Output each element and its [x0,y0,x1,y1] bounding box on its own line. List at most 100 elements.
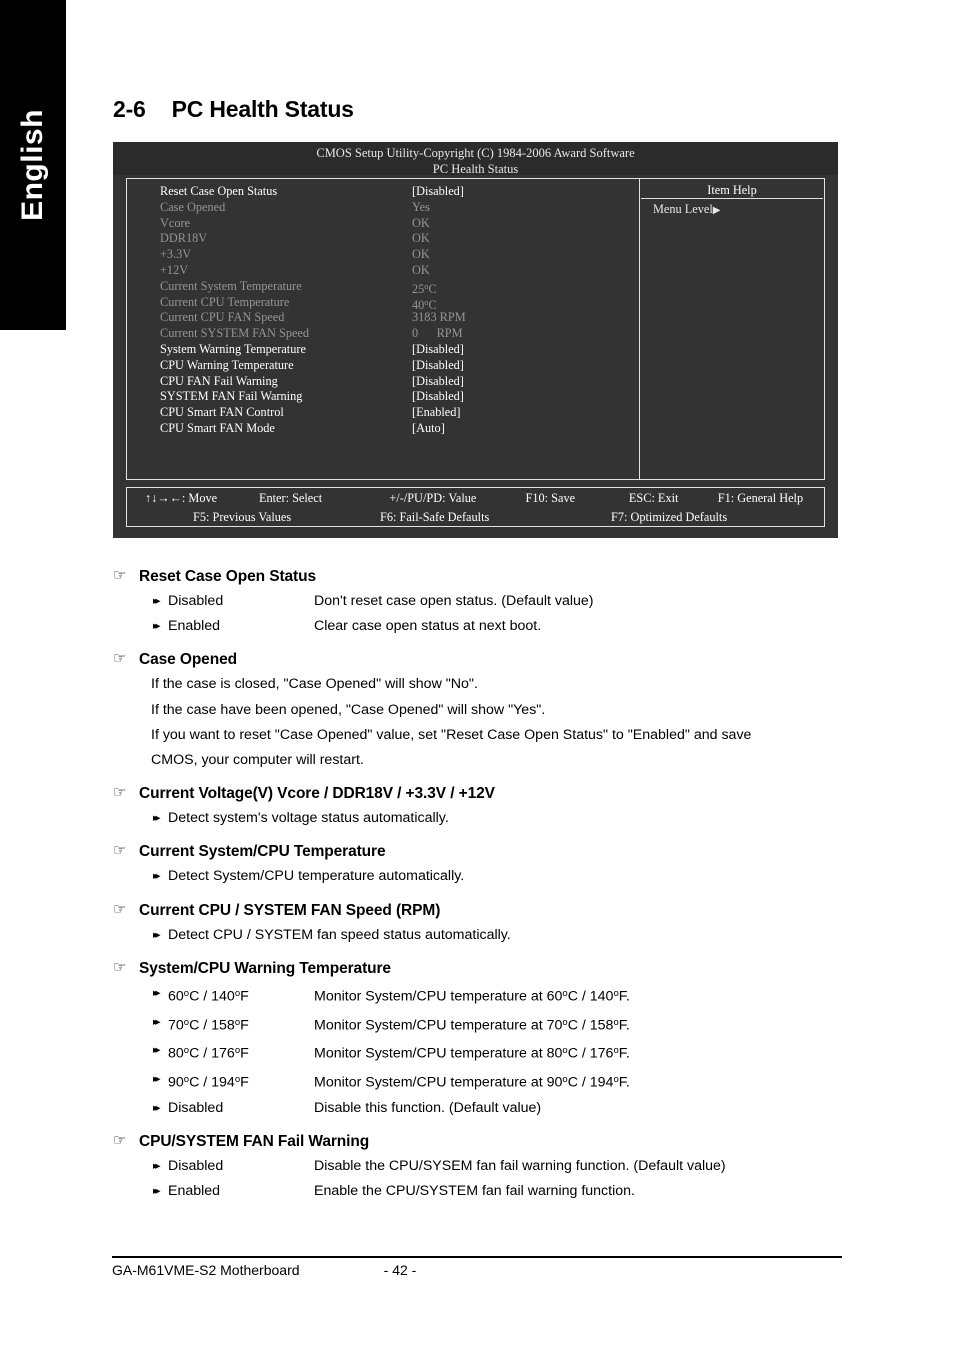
doc-option-name: Disabled [168,593,224,609]
bios-setting-value: Yes [412,199,430,214]
doc-option-description: Enable the CPU/SYSTEM fan fail warning f… [314,1183,635,1200]
doc-option-description: Monitor System/CPU temperature at 90oC /… [314,1073,630,1091]
bios-setting-label: CPU FAN Fail Warning [160,373,278,388]
double-arrow-icon: ▸▸ [153,1101,161,1114]
double-arrow-icon: ▸▸ [153,1044,161,1057]
bios-setting-row: Current CPU FAN Speed 3183 RPM [127,310,639,326]
menu-level-chevron-right-icon: ▶ [712,205,721,216]
doc-section-title: Current Voltage(V) Vcore / DDR18V / +3.3… [139,785,495,803]
bios-setting-row: +12V OK [127,263,639,279]
hand-pointer-icon: ☞ [113,567,127,584]
bios-setting-label: CPU Smart FAN Mode [160,420,275,435]
hand-pointer-icon: ☞ [113,842,127,860]
bios-key-legend-row1: ↑↓→←: Move Enter: Select +/-/PU/PD: Valu… [127,488,824,507]
page-title: 2-6 PC Health Status [113,96,354,123]
key-f5-previous: F5: Previous Values [193,510,292,524]
bios-setting-label: Current System Temperature [160,278,302,293]
doc-option-name: Enabled [168,618,221,635]
double-arrow-icon: ▸▸ [153,870,161,883]
bios-setting-label: CPU Smart FAN Control [160,405,284,420]
bios-setting-row[interactable]: SYSTEM FAN Fail Warning [Disabled] [127,389,639,405]
key-esc-exit: ESC: Exit [628,491,679,505]
bios-key-legend-row2: F5: Previous Values F6: Fail-Safe Defaul… [127,507,824,526]
bios-setting-value: 0 RPM [412,326,463,341]
doc-section-heading: ☞ Current Voltage(V) Vcore / DDR18V / +3.… [113,785,854,803]
double-arrow-icon: ▸▸ [153,1072,161,1085]
bios-setting-row[interactable]: System Warning Temperature [Disabled] [127,342,639,358]
bios-item-help-panel: Item Help Menu Level▶ [640,179,824,479]
bios-setting-value[interactable]: [Auto] [412,421,592,437]
doc-section: ☞ Reset Case Open Status ▸▸ Disabled Don't r… [113,568,854,639]
doc-option-row: ▸▸ Enabled Clear case open status at next … [113,614,854,639]
doc-option-description: Disable the CPU/SYSEM fan fail warning f… [314,1157,726,1174]
doc-option-name: 90oC / 194oF [168,1073,249,1091]
hand-pointer-icon: ☞ [113,958,127,976]
doc-option-description: Monitor System/CPU temperature at 70oC /… [314,1016,630,1034]
doc-option-name: 70oC / 158oF [168,1016,249,1034]
bios-setting-value: 25oC [412,280,437,296]
doc-section-heading: ☞ Current System/CPU Temperature [113,843,854,861]
doc-option-name: 80oC / 176oF [168,1045,249,1062]
bios-setting-value[interactable]: [Disabled] [412,374,592,390]
double-arrow-icon: ▸▸ [153,1159,161,1172]
doc-section-title: CPU/SYSTEM FAN Fail Warning [139,1132,370,1150]
doc-option-description: Clear case open status at next boot. [314,618,542,635]
bios-setting-value[interactable]: [Disabled] [412,358,592,374]
doc-option-description: Disable this function. (Default value) [314,1099,542,1116]
footer-motherboard-name: GA-M61VME-S2 Motherboard [112,1262,300,1278]
bios-setting-row[interactable]: CPU Warning Temperature [Disabled] [127,358,639,374]
bios-setting-value: OK [412,262,430,277]
doc-note-line: CMOS, your computer will restart. [151,752,364,769]
doc-section: ☞ Current Voltage(V) Vcore / DDR18V / +3.… [113,785,854,831]
hand-pointer-icon: ☞ [113,784,127,802]
footer-divider [112,1256,842,1258]
bios-setting-row: Current CPU Temperature 40oC [127,295,639,312]
bios-setting-row: Vcore OK [127,216,639,232]
bios-setting-value: 3183 RPM [412,310,466,325]
hand-pointer-icon: ☞ [113,650,127,668]
bios-setting-label: SYSTEM FAN Fail Warning [160,389,303,404]
doc-option-row: ▸▸ 90oC / 194oF Monitor System/CPU tempera… [113,1067,854,1096]
key-f10-save: F10: Save [525,491,576,505]
double-arrow-icon: ▸▸ [153,812,161,825]
key-move: ↑↓→←: Move [145,491,218,505]
doc-option-description: Detect system's voltage status automatic… [168,810,449,827]
bios-setting-label: Current SYSTEM FAN Speed [160,326,310,341]
doc-option-row: ▸▸ Detect system's voltage status automat… [113,806,854,831]
bios-setting-row[interactable]: CPU Smart FAN Control [Enabled] [127,405,639,421]
bios-setting-value[interactable]: [Disabled] [412,342,592,358]
doc-option-description: Detect System/CPU temperature automatica… [168,868,465,885]
bios-setting-row[interactable]: Reset Case Open Status [Disabled] [127,184,639,200]
doc-section-heading: ☞ Reset Case Open Status [113,568,854,586]
bios-setting-value: 40oC [412,296,437,312]
doc-option-row: ▸▸ 70oC / 158oF Monitor System/CPU tempera… [113,1010,854,1039]
bios-setting-row: Case Opened Yes [127,200,639,216]
bios-setting-label: CPU Warning Temperature [160,357,294,372]
bios-setting-row[interactable]: CPU Smart FAN Mode [Auto] [127,421,639,437]
key-value: +/-/PU/PD: Value [389,491,477,505]
doc-section: ☞ Current CPU / SYSTEM FAN Speed (RPM) ▸▸ D… [113,902,854,948]
doc-option-name: Disabled [168,1157,224,1174]
doc-section: ☞ System/CPU Warning Temperature ▸▸ 60oC / … [113,960,854,1121]
bios-setting-label: System Warning Temperature [160,341,306,356]
menu-level-label: Menu Level [653,202,713,216]
doc-note-line: If you want to reset "Case Opened" value… [151,726,752,743]
menu-level-text: Menu Level▶ [640,199,824,219]
bios-setting-value[interactable]: [Disabled] [412,389,592,405]
doc-option-row: ▸▸ Detect System/CPU temperature automati… [113,864,854,889]
key-f7-optimized: F7: Optimized Defaults [611,510,728,524]
bios-setting-value: OK [412,231,430,246]
double-arrow-icon: ▸▸ [153,986,161,999]
key-enter-select: Enter: Select [258,491,323,505]
doc-note-line: If the case is closed, "Case Opened" wil… [151,676,478,693]
doc-option-row: ▸▸ Enabled Enable the CPU/SYSTEM fan fail … [113,1179,854,1204]
bios-setting-row[interactable]: CPU FAN Fail Warning [Disabled] [127,374,639,390]
bios-setting-value[interactable]: [Enabled] [412,405,592,421]
bios-setting-row: Current System Temperature 25oC [127,278,639,296]
page-title-number: 2-6 [113,96,146,122]
doc-option-description: Monitor System/CPU temperature at 80oC /… [314,1045,630,1062]
bios-setting-value: OK [412,247,430,262]
doc-section-heading: ☞ System/CPU Warning Temperature [113,960,854,978]
bios-setting-label: +12V [160,262,189,277]
bios-setting-value[interactable]: [Disabled] [412,184,592,200]
